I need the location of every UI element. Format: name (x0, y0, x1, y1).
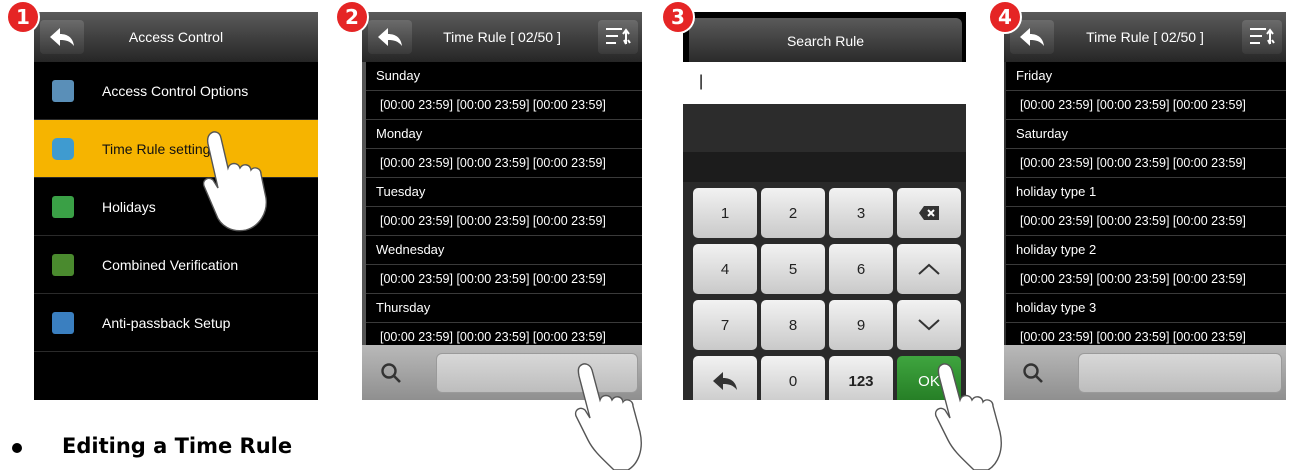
list-item-name[interactable]: holiday type 2 (1006, 236, 1286, 265)
menu-item-label: Anti-passback Setup (102, 314, 231, 331)
step-badge-3: 3 (663, 2, 693, 32)
list-item-name[interactable]: Friday (1006, 62, 1286, 91)
list-item-name[interactable]: Sunday (366, 62, 642, 91)
header-bar: Time Rule [ 02/50 ] (362, 12, 642, 62)
key-6[interactable]: 6 (829, 244, 893, 294)
list-item-value[interactable]: [00:00 23:59] [00:00 23:59] [00:00 23:59… (1006, 149, 1286, 178)
sort-button[interactable] (1242, 20, 1282, 54)
list-item-value[interactable]: [00:00 23:59] [00:00 23:59] [00:00 23:59… (1006, 265, 1286, 294)
key-1[interactable]: 1 (693, 188, 757, 238)
section-heading: Editing a Time Rule (62, 434, 293, 458)
list-item-value[interactable]: [00:00 23:59] [00:00 23:59] [00:00 23:59… (366, 91, 642, 120)
list-item-name[interactable]: holiday type 1 (1006, 178, 1286, 207)
key-5[interactable]: 5 (761, 244, 825, 294)
ok-key[interactable]: OK (897, 356, 961, 400)
list-item-name[interactable]: Thursday (366, 294, 642, 323)
chevron-up-icon (918, 263, 940, 275)
list-item-value[interactable]: [00:00 23:59] [00:00 23:59] [00:00 23:59… (1006, 91, 1286, 120)
key-8[interactable]: 8 (761, 300, 825, 350)
combined-verification-icon (52, 253, 74, 276)
menu-item-label: Access Control Options (102, 82, 249, 99)
backspace-icon (919, 206, 939, 220)
step-badge-2: 2 (337, 2, 367, 32)
page-title: Search Rule (689, 18, 962, 62)
chevron-down-icon (918, 319, 940, 331)
list-item-value[interactable]: [00:00 23:59] [00:00 23:59] [00:00 23:59… (366, 265, 642, 294)
key-7[interactable]: 7 (693, 300, 757, 350)
search-input[interactable]: | (683, 62, 966, 104)
anti-passback-icon (52, 311, 74, 334)
list-item-name[interactable]: holiday type 3 (1006, 294, 1286, 323)
access-options-icon (52, 79, 74, 102)
screen-search-rule: Search Rule | 1 2 3 4 5 6 7 8 9 0 123 OK (683, 12, 966, 400)
menu-item-combined-verification[interactable]: Combined Verification (34, 236, 318, 294)
screen-access-control: Access Control Access Control Options Ti… (34, 12, 318, 400)
screen-time-rule-list-scrolled: Time Rule [ 02/50 ] Friday [00:00 23:59]… (1004, 12, 1286, 400)
calendar-icon (52, 195, 74, 218)
list-item-name[interactable]: Wednesday (366, 236, 642, 265)
search-field[interactable] (1078, 353, 1282, 393)
clock-settings-icon (52, 137, 74, 160)
list-item-name[interactable]: Saturday (1006, 120, 1286, 149)
down-key[interactable] (897, 300, 961, 350)
search-bar (1004, 345, 1286, 400)
header-bar: Time Rule [ 02/50 ] (1004, 12, 1286, 62)
bullet-icon (12, 443, 22, 453)
backspace-key[interactable] (897, 188, 961, 238)
list-item-value[interactable]: [00:00 23:59] [00:00 23:59] [00:00 23:59… (1006, 207, 1286, 236)
key-2[interactable]: 2 (761, 188, 825, 238)
menu-item-time-rule-setting[interactable]: Time Rule setting (34, 120, 318, 178)
key-4[interactable]: 4 (693, 244, 757, 294)
key-9[interactable]: 9 (829, 300, 893, 350)
sort-menu-icon (1250, 28, 1275, 45)
menu-item-anti-passback-setup[interactable]: Anti-passback Setup (34, 294, 318, 352)
menu-item-access-control-options[interactable]: Access Control Options (34, 62, 318, 120)
menu-item-label: Time Rule setting (102, 140, 211, 157)
up-key[interactable] (897, 244, 961, 294)
key-123[interactable]: 123 (829, 356, 893, 400)
search-bar (362, 345, 642, 400)
sort-menu-icon (606, 28, 631, 45)
back-arrow-icon (713, 372, 737, 390)
key-0[interactable]: 0 (761, 356, 825, 400)
search-field[interactable] (436, 353, 638, 393)
search-icon[interactable] (378, 360, 404, 386)
key-3[interactable]: 3 (829, 188, 893, 238)
menu-item-label: Holidays (102, 198, 156, 215)
screen-time-rule-list: Time Rule [ 02/50 ] Sunday [00:00 23:59]… (362, 12, 642, 400)
menu-item-label: Combined Verification (102, 256, 239, 273)
list-item-name[interactable]: Tuesday (366, 178, 642, 207)
list-item-value[interactable]: [00:00 23:59] [00:00 23:59] [00:00 23:59… (366, 207, 642, 236)
back-key[interactable] (693, 356, 757, 400)
header-bar: Access Control (34, 12, 318, 62)
list-item-name[interactable]: Monday (366, 120, 642, 149)
time-rule-list: Friday [00:00 23:59] [00:00 23:59] [00:0… (1004, 62, 1286, 352)
list-item-value[interactable]: [00:00 23:59] [00:00 23:59] [00:00 23:59… (366, 149, 642, 178)
numeric-keypad: 1 2 3 4 5 6 7 8 9 0 123 OK (683, 182, 966, 400)
page-title: Access Control (128, 29, 224, 45)
menu-item-holidays[interactable]: Holidays (34, 178, 318, 236)
step-badge-1: 1 (8, 2, 38, 32)
input-divider (683, 104, 966, 152)
time-rule-list: Sunday [00:00 23:59] [00:00 23:59] [00:0… (362, 62, 642, 352)
search-icon[interactable] (1020, 360, 1046, 386)
step-badge-4: 4 (990, 2, 1020, 32)
sort-button[interactable] (598, 20, 638, 54)
